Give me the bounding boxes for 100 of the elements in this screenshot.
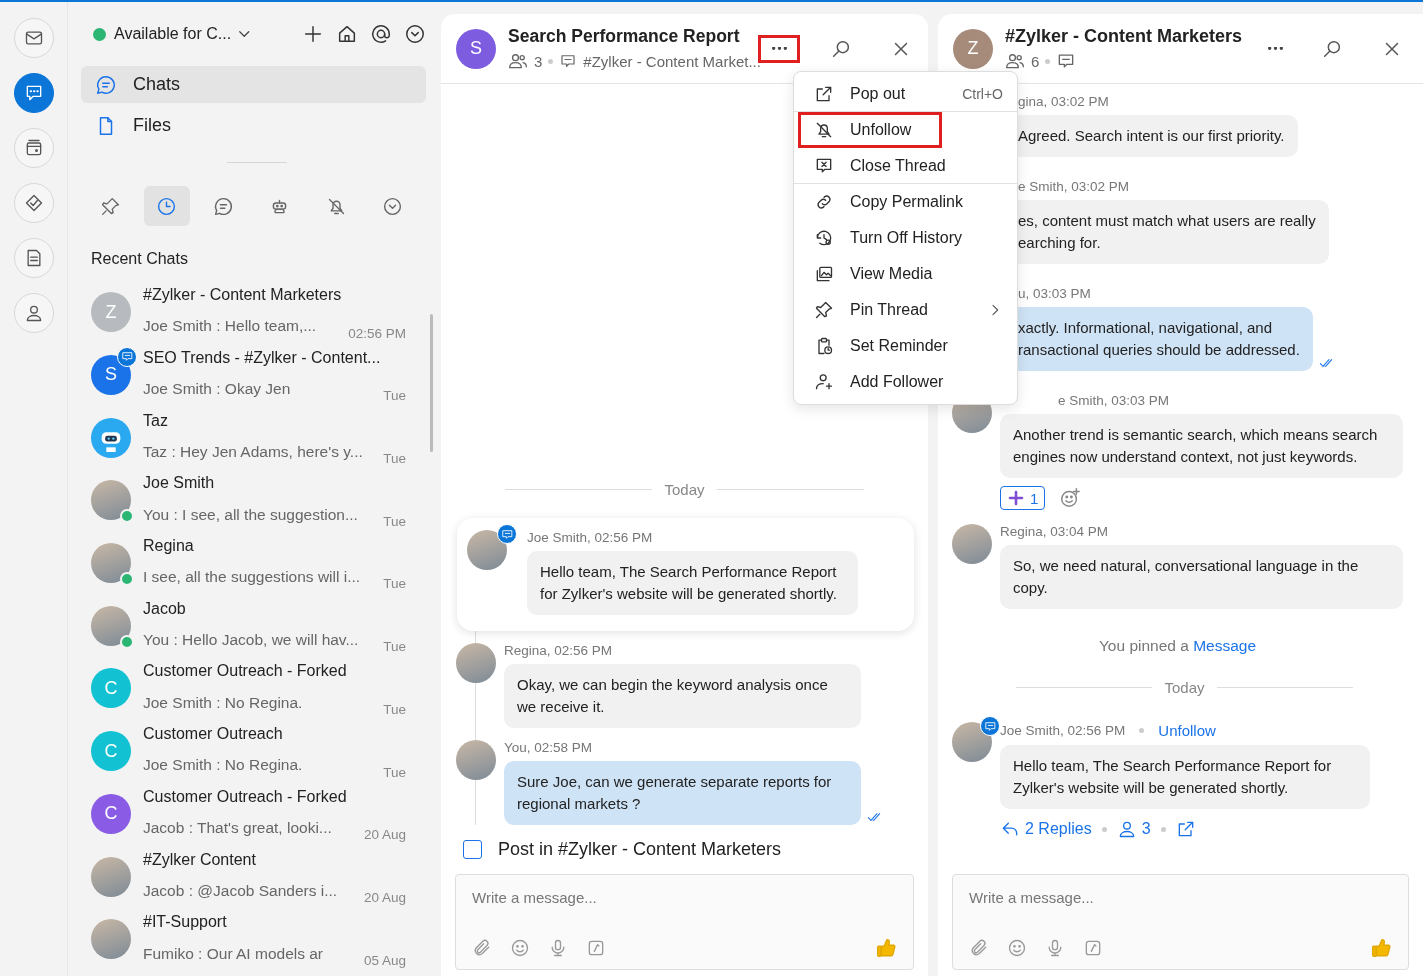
media-icon [814,264,834,284]
chat-time: Tue [383,576,406,592]
menu-item[interactable]: Unfollow [798,112,942,148]
members-icon [508,51,528,71]
message-input[interactable]: Write a message... [472,889,897,906]
chat-preview: Jacob : That's great, looki... [143,819,333,839]
chat-list-item[interactable]: Jacob You : Hello Jacob, we will hav... Tue [81,599,426,663]
thread-title: Search Performance Report [508,26,741,47]
chat-list-item[interactable]: Regina I see, all the suggestions will i... Tue [81,536,426,600]
checklist-icon [23,193,44,213]
app-button[interactable] [13,73,54,113]
nav-item[interactable]: Files [81,107,426,145]
chat-name: Customer Outreach [143,725,284,745]
unfollow-link[interactable]: Unfollow [1158,722,1216,739]
channel-title: #Zylker - Content Marketers [1005,26,1244,47]
date-divider: Today [952,679,1403,696]
chat-list-item[interactable]: C Customer Outreach - Forked Jacob : That's great, looki... 20 Aug [81,787,426,851]
chat-name: #Zylker - Content Marketers [143,286,343,306]
chat-name: Regina [143,536,195,556]
chevron-down-icon[interactable] [404,23,426,46]
chat-time: Tue [383,388,406,404]
menu-item[interactable]: Pop out Ctrl+O [794,76,1017,112]
replies-link[interactable]: 2 Replies [1000,819,1092,839]
more-icon [771,47,787,50]
filter-tab[interactable] [143,186,190,227]
message-header: Regina, 03:04 PM [1000,524,1110,539]
chat-preview: Jacob : @Jacob Sanders i... [143,881,339,901]
avatar: Z [953,28,993,69]
chat-time: Tue [383,701,406,717]
message-link[interactable]: Message [1193,637,1257,654]
chat-name: Taz [143,411,169,431]
chat-icon [212,195,234,217]
checkbox-label: Post in #Zylker - Content Marketers [498,839,782,860]
menu-item[interactable]: Pin Thread [794,292,1017,328]
chat-preview: You : I see, all the suggestion... [143,505,359,525]
paperclip-icon[interactable] [969,938,989,958]
formatting-icon[interactable] [586,938,606,958]
emoji-icon[interactable] [1007,938,1027,958]
avatar: S [91,354,131,395]
paperclip-icon[interactable] [472,938,492,958]
participants-button[interactable]: 3 [1116,819,1151,839]
chat-list-item[interactable]: Taz Taz : Hey Jen Adams, here's y... Tue [81,411,426,475]
shortcut-label: Ctrl+O [962,85,1003,102]
chat-time: 05 Aug [363,952,406,968]
menu-item[interactable]: Copy Permalink [794,184,1017,220]
plus-icon [1007,489,1025,507]
message-header: u, 03:03 PM [1018,286,1092,301]
message-bubble: Sure Joe, can we generate separate reports for regional markets ? [504,761,861,825]
message-header: Joe Smith, 02:56 PM [527,530,654,545]
chat-list-item[interactable]: Joe Smith You : I see, all the suggestion... Tue [81,474,426,537]
message-input[interactable]: Write a message... [969,889,1392,906]
chat-list-item[interactable]: Z #Zylker - Content Marketers Joe Smith : Hello team,... 02:56 PM [81,286,426,349]
chat-preview: Fumiko : Our AI models ar [143,944,325,964]
avatar: C [91,793,131,834]
nav-item[interactable]: Chats [81,66,426,104]
chat-preview: I see, all the suggestions will i... [143,568,362,588]
mention-icon[interactable] [370,23,392,46]
chat-list-item[interactable]: #IT-Support Fumiko : Our AI models ar 05 Aug [81,913,426,976]
avatar [91,605,131,646]
chat-time: 20 Aug [363,827,406,843]
emoji-icon[interactable] [510,938,530,958]
menu-item[interactable]: Set Reminder [794,328,1017,364]
add-reaction-icon[interactable] [1059,487,1082,509]
section-title: Recent Chats [91,250,189,269]
chat-list-item[interactable]: C Customer Outreach Joe Smith : No Regina. Tue [81,725,426,788]
chat-list-item[interactable]: C Customer Outreach - Forked Joe Smith : No Regina. Tue [81,662,426,726]
chat-time: Tue [383,513,406,529]
chat-time: 02:56 PM [348,325,406,341]
message-bubble: So, we need natural, conversational language in the copy. [1000,545,1403,609]
chat-preview: Joe Smith : Hello team,... [143,317,318,337]
status-dropdown[interactable]: Available for C... [93,25,250,44]
thumbs-up-icon[interactable] [875,937,897,959]
menu-item[interactable]: Turn Off History [794,220,1017,256]
message-bubble: es, content must match what users are really earching for. [1018,200,1329,264]
more-icon[interactable] [1268,47,1283,50]
menu-item[interactable]: Close Thread [794,148,1017,184]
message-header: e Smith, 03:03 PM [1058,393,1171,408]
chat-name: #IT-Support [143,913,228,933]
member-count: 6 [1031,52,1040,70]
chat-list-item[interactable]: S SEO Trends - #Zylker - Content... Joe Smith : Okay Jen Tue [81,348,426,412]
formatting-icon[interactable] [1083,938,1103,958]
message-header: You, 02:58 PM [504,740,594,755]
chat-time: Tue [383,451,406,467]
reaction-button[interactable]: 1 [1000,486,1046,510]
pin-icon [99,195,121,217]
avatar: C [91,731,131,772]
chat-list-item[interactable]: #Zylker Content Jacob : @Jacob Sanders i... 20 Aug [81,850,426,914]
more-button[interactable] [758,34,800,63]
chat-time: Tue [383,639,406,655]
checkbox[interactable] [463,840,482,859]
menu-item[interactable]: View Media [794,256,1017,292]
chat-time: Tue [383,764,406,780]
menu-item[interactable]: Add Follower [794,364,1017,400]
chevron-down-icon [239,31,250,38]
message-bubble: Okay, we can begin the keyword analysis once we receive it. [504,664,861,728]
avatar: S [456,28,496,69]
chat-name: SEO Trends - #Zylker - Content... [143,348,382,368]
avatar [467,530,507,570]
thumbs-up-icon[interactable] [1370,937,1392,959]
add-user-icon [814,372,834,392]
